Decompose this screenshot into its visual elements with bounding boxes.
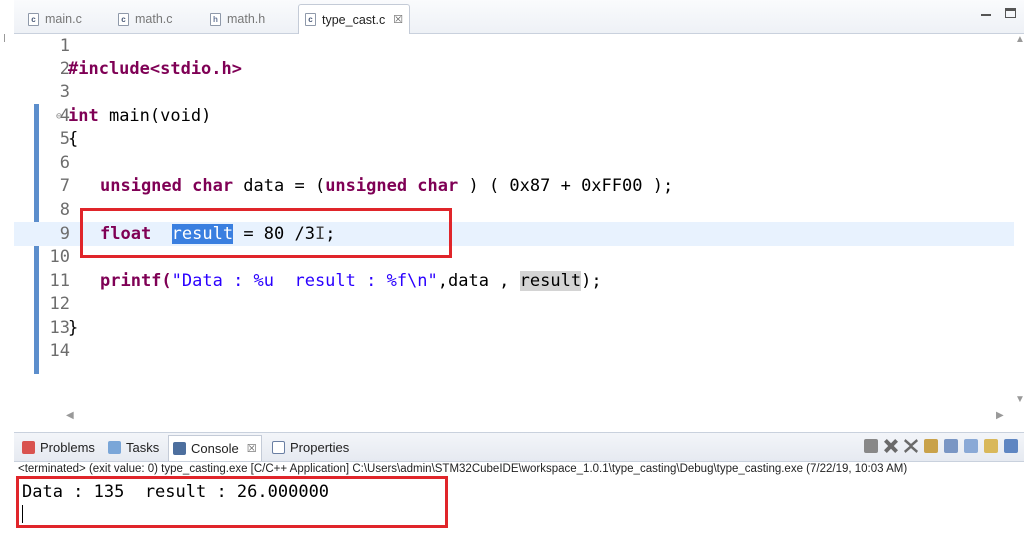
tab-type-cast-c[interactable]: c type_cast.c ☒ — [298, 4, 411, 34]
line-number: 2 — [59, 59, 70, 79]
pin-console-icon[interactable] — [984, 439, 998, 453]
remove-launch-icon[interactable] — [884, 439, 898, 453]
minimize-icon[interactable] — [981, 8, 991, 16]
tab-math-c[interactable]: c math.c — [118, 6, 173, 32]
occurrence-highlight: result — [519, 271, 582, 291]
line-number: 3 — [59, 82, 70, 102]
scroll-down-icon[interactable]: ▼ — [1015, 394, 1024, 405]
tab-math-h[interactable]: h math.h — [210, 6, 265, 32]
line-number: 14 — [49, 341, 70, 361]
code-line-3[interactable]: 3 — [14, 80, 1014, 104]
tab-label: Problems — [40, 439, 95, 455]
line-number: 8 — [59, 200, 70, 220]
close-icon[interactable]: ☒ — [247, 442, 257, 455]
tab-properties[interactable]: Properties — [272, 436, 349, 458]
console-status-line: <terminated> (exit value: 0) type_castin… — [18, 463, 908, 475]
code-text: { — [68, 129, 79, 149]
word-wrap-icon[interactable] — [964, 439, 978, 453]
line-number: 9 — [59, 224, 70, 244]
line-number: 11 — [49, 271, 70, 291]
code-line-5[interactable]: 5{ — [14, 127, 1014, 151]
code-line-6[interactable]: 6 — [14, 151, 1014, 175]
h-file-icon: h — [210, 12, 221, 26]
edge-tick — [4, 34, 5, 42]
editor-tab-bar: c main.c c math.c h math.h c type_cast.c… — [14, 0, 1024, 34]
maximize-icon[interactable] — [1005, 8, 1016, 18]
tab-console[interactable]: Console ☒ — [168, 435, 262, 461]
code-line-7[interactable]: 7 unsigned char data = (unsigned char ) (… — [14, 174, 1014, 198]
line-number: 5 — [59, 129, 70, 149]
line-number: 13 — [49, 318, 70, 338]
highlight-box-code — [80, 208, 452, 258]
vertical-scrollbar[interactable]: ▲ ▼ — [1015, 34, 1024, 410]
code-line-1[interactable]: 1 — [14, 34, 1014, 58]
editor-window-controls — [981, 8, 1016, 18]
scroll-lock-icon[interactable] — [944, 439, 958, 453]
clear-console-icon[interactable] — [924, 439, 938, 453]
console-toolbar — [864, 439, 1018, 453]
line-number: 6 — [59, 153, 70, 173]
scroll-left-icon[interactable]: ◀ — [66, 410, 74, 421]
code-line-13[interactable]: 13} — [14, 316, 1014, 340]
code-text: printf("Data : %u result : %f\n",data , … — [100, 271, 602, 291]
tab-label: Console — [191, 441, 239, 456]
bottom-panel-tabs: Problems Tasks Console ☒ Properties — [14, 432, 1024, 462]
tab-label: math.h — [227, 12, 266, 26]
console-output[interactable]: Data : 135 result : 26.000000 — [22, 482, 329, 502]
c-file-icon: c — [305, 13, 316, 26]
horizontal-scrollbar[interactable]: ◀ ▶ — [66, 410, 1012, 424]
tab-tasks[interactable]: Tasks — [108, 436, 159, 458]
c-file-icon: c — [28, 12, 39, 26]
tab-main-c[interactable]: c main.c — [28, 6, 82, 32]
tab-label: Tasks — [126, 439, 160, 455]
code-line-12[interactable]: 12 — [14, 292, 1014, 316]
code-line-14[interactable]: 14 — [14, 339, 1014, 363]
terminate-icon[interactable] — [864, 439, 878, 453]
left-edge-strip — [0, 0, 14, 430]
display-console-icon[interactable] — [1004, 439, 1018, 453]
code-text: } — [68, 318, 79, 338]
console-caret — [22, 505, 23, 523]
scroll-right-icon[interactable]: ▶ — [996, 410, 1004, 421]
fold-icon[interactable]: ⊖ — [56, 111, 62, 122]
line-number: 4 — [59, 106, 70, 126]
line-number: 7 — [59, 176, 70, 196]
problems-icon — [22, 440, 35, 454]
console-icon — [173, 442, 186, 455]
code-line-11[interactable]: 11 printf("Data : %u result : %f\n",data … — [14, 269, 1014, 293]
line-number: 10 — [49, 247, 70, 267]
line-number: 12 — [49, 294, 70, 314]
remove-all-icon[interactable] — [904, 439, 918, 453]
code-text: int main(void) — [68, 106, 212, 126]
tab-label: math.c — [135, 12, 173, 26]
code-text: #include<stdio.h> — [68, 59, 242, 79]
tab-label: Properties — [290, 439, 350, 455]
line-number: 1 — [59, 36, 70, 56]
properties-icon — [272, 440, 285, 454]
tab-problems[interactable]: Problems — [22, 436, 95, 458]
tasks-icon — [108, 440, 121, 454]
code-line-2[interactable]: 2 #include<stdio.h> — [14, 57, 1014, 81]
scroll-up-icon[interactable]: ▲ — [1015, 34, 1024, 45]
close-icon[interactable]: ☒ — [393, 13, 403, 26]
tab-label: main.c — [45, 12, 82, 26]
code-text: unsigned char data = (unsigned char ) ( … — [100, 176, 674, 196]
c-file-icon: c — [118, 12, 129, 26]
code-line-4[interactable]: 4 ⊖ int main(void) — [14, 104, 1014, 128]
tab-label: type_cast.c — [322, 12, 386, 27]
